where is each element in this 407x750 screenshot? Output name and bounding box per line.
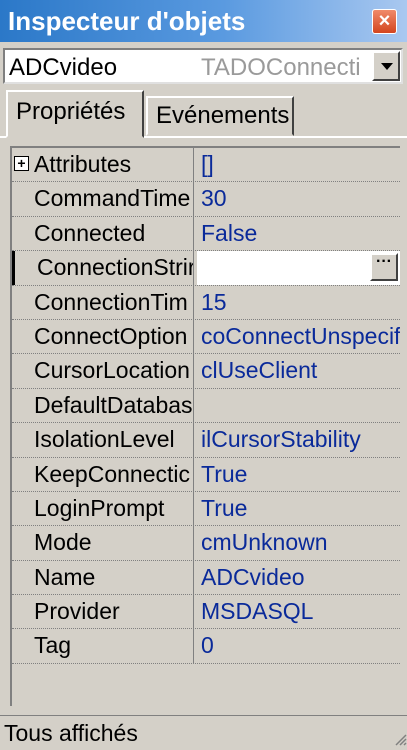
property-name[interactable]: IsolationLevel bbox=[12, 423, 194, 457]
property-row[interactable]: CursorLocation clUseClient bbox=[12, 354, 400, 389]
property-name-text: KeepConnectic bbox=[34, 460, 190, 487]
property-value[interactable]: 15 bbox=[197, 286, 400, 319]
property-name[interactable]: CommandTime bbox=[12, 182, 194, 216]
inspector-tabs: Propriétés Evénements bbox=[0, 90, 407, 138]
property-name[interactable]: DefaultDatabas bbox=[12, 388, 194, 423]
property-row[interactable]: CommandTime 30 bbox=[12, 182, 400, 217]
property-name-text: Connected bbox=[34, 219, 146, 246]
property-name-text: Tag bbox=[34, 632, 72, 659]
property-name[interactable]: Connected bbox=[12, 216, 194, 251]
property-value[interactable]: 30 bbox=[197, 182, 400, 215]
property-row[interactable]: IsolationLevel ilCursorStability bbox=[12, 423, 400, 458]
tab-properties[interactable]: Propriétés bbox=[6, 90, 144, 138]
property-name[interactable]: CursorLocation bbox=[12, 354, 194, 388]
ellipsis-button[interactable]: ··· bbox=[370, 253, 398, 282]
property-row[interactable]: + Attributes [] bbox=[12, 148, 400, 183]
property-name-text: ConnectionStrir bbox=[37, 254, 194, 281]
object-inspector-window: Inspecteur d'objets × ADCvideo TADOConne… bbox=[0, 0, 407, 750]
property-name-text: ConnectOption bbox=[34, 322, 188, 349]
property-row[interactable]: ConnectionTim 15 bbox=[12, 285, 400, 320]
property-value[interactable]: 0 bbox=[197, 629, 400, 662]
property-value[interactable] bbox=[197, 389, 400, 422]
property-row[interactable]: LoginPrompt True bbox=[12, 491, 400, 527]
property-name-text: Mode bbox=[34, 529, 92, 556]
object-name: ADCvideo bbox=[9, 54, 118, 81]
property-value[interactable]: [] bbox=[197, 148, 400, 181]
property-name-text: Name bbox=[34, 563, 96, 590]
property-name[interactable]: KeepConnectic bbox=[12, 457, 194, 491]
property-row[interactable]: Connected False bbox=[12, 216, 400, 252]
property-value[interactable]: cmUnknown bbox=[197, 526, 400, 559]
property-name[interactable]: Provider bbox=[12, 595, 194, 629]
property-name-text: DefaultDatabas bbox=[34, 391, 193, 418]
property-name[interactable]: ConnectOption bbox=[12, 319, 194, 354]
property-name[interactable]: Mode bbox=[12, 526, 194, 560]
property-row[interactable]: ConnectOption coConnectUnspecifi bbox=[12, 319, 400, 355]
property-value[interactable]: coConnectUnspecifi bbox=[197, 320, 400, 353]
title-bar[interactable]: Inspecteur d'objets × bbox=[0, 0, 407, 42]
property-name[interactable]: Name bbox=[12, 560, 194, 595]
object-type: TADOConnecti bbox=[201, 54, 361, 81]
expand-icon[interactable]: + bbox=[14, 156, 29, 171]
window-title: Inspecteur d'objets bbox=[8, 6, 246, 36]
property-row[interactable]: DefaultDatabas bbox=[12, 388, 400, 424]
property-row[interactable]: Tag 0 bbox=[12, 629, 400, 664]
property-value[interactable]: ilCursorStability bbox=[197, 423, 400, 456]
status-text: Tous affichés bbox=[4, 720, 138, 746]
property-row[interactable]: ConnectionStrir ··· bbox=[12, 251, 400, 286]
tab-events[interactable]: Evénements bbox=[146, 96, 294, 136]
property-grid: + Attributes[] CommandTime 30 Connected False… bbox=[10, 146, 400, 706]
close-button[interactable]: × bbox=[372, 9, 397, 34]
status-bar: Tous affichés bbox=[0, 715, 407, 750]
property-name[interactable]: Tag bbox=[12, 629, 194, 663]
property-name-text: IsolationLevel bbox=[34, 426, 175, 453]
property-name[interactable]: + Attributes bbox=[12, 148, 194, 182]
property-name-text: LoginPrompt bbox=[34, 494, 165, 521]
object-selector-combo[interactable]: ADCvideo TADOConnecti bbox=[3, 48, 403, 84]
property-name-text: CommandTime bbox=[34, 185, 191, 212]
property-value[interactable]: True bbox=[197, 458, 400, 491]
property-name[interactable]: ConnectionTim bbox=[12, 285, 194, 319]
property-row[interactable]: KeepConnectic True bbox=[12, 457, 400, 492]
property-value[interactable]: clUseClient bbox=[197, 354, 400, 387]
property-row[interactable]: Name ADCvideo bbox=[12, 560, 400, 596]
property-name-text: Attributes bbox=[34, 151, 132, 177]
resize-grip-icon[interactable] bbox=[393, 732, 407, 746]
dropdown-arrow-icon[interactable] bbox=[372, 51, 400, 81]
property-value[interactable]: ADCvideo bbox=[197, 561, 400, 594]
property-name-text: ConnectionTim bbox=[34, 288, 188, 315]
property-name[interactable]: LoginPrompt bbox=[12, 491, 194, 526]
close-icon: × bbox=[378, 10, 391, 32]
property-name-text: CursorLocation bbox=[34, 357, 190, 384]
property-row[interactable]: Mode cmUnknown bbox=[12, 526, 400, 561]
property-value[interactable]: False bbox=[197, 217, 400, 250]
property-value[interactable]: MSDASQL bbox=[197, 595, 400, 628]
property-name[interactable]: ConnectionStrir bbox=[12, 251, 194, 285]
property-name-text: Provider bbox=[34, 598, 120, 625]
property-row[interactable]: Provider MSDASQL bbox=[12, 595, 400, 630]
property-value[interactable]: True bbox=[197, 492, 400, 525]
